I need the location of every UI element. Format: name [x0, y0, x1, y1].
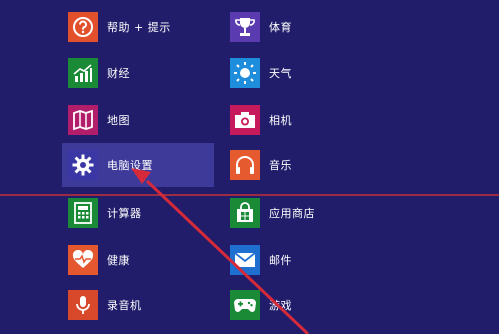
app-pc-settings[interactable]: 电脑设置 [68, 145, 153, 185]
headphones-icon [230, 150, 260, 180]
calculator-icon [68, 198, 98, 228]
app-label: 天气 [269, 67, 292, 80]
heart-pulse-icon [68, 245, 98, 275]
app-label: 健康 [107, 254, 130, 267]
map-icon [68, 105, 98, 135]
gear-icon [68, 150, 98, 180]
app-label: 音乐 [269, 159, 292, 172]
app-label: 帮助 + 提示 [107, 21, 171, 34]
trophy-icon [230, 12, 260, 42]
store-bag-icon [230, 198, 260, 228]
app-label: 应用商店 [269, 207, 315, 220]
app-label: 电脑设置 [107, 159, 153, 172]
app-label: 游戏 [269, 299, 292, 312]
app-label: 财经 [107, 67, 130, 80]
app-label: 计算器 [107, 207, 142, 220]
app-camera[interactable]: 相机 [230, 100, 292, 140]
app-health[interactable]: 健康 [68, 240, 130, 280]
app-music[interactable]: 音乐 [230, 145, 292, 185]
sun-icon [230, 58, 260, 88]
finance-chart-icon [68, 58, 98, 88]
app-label: 地图 [107, 114, 130, 127]
app-help[interactable]: 帮助 + 提示 [68, 7, 171, 47]
app-mail[interactable]: 邮件 [230, 240, 292, 280]
app-weather[interactable]: 天气 [230, 53, 292, 93]
app-finance[interactable]: 财经 [68, 53, 130, 93]
mail-icon [230, 245, 260, 275]
app-maps[interactable]: 地图 [68, 100, 130, 140]
app-label: 相机 [269, 114, 292, 127]
app-label: 邮件 [269, 254, 292, 267]
camera-icon [230, 105, 260, 135]
app-calculator[interactable]: 计算器 [68, 193, 142, 233]
app-sports[interactable]: 体育 [230, 7, 292, 47]
app-label: 录音机 [107, 299, 142, 312]
app-games[interactable]: 游戏 [230, 285, 292, 325]
app-sound-recorder[interactable]: 录音机 [68, 285, 142, 325]
app-label: 体育 [269, 21, 292, 34]
help-icon [68, 12, 98, 42]
gamepad-icon [230, 290, 260, 320]
app-store[interactable]: 应用商店 [230, 193, 315, 233]
microphone-icon [68, 290, 98, 320]
